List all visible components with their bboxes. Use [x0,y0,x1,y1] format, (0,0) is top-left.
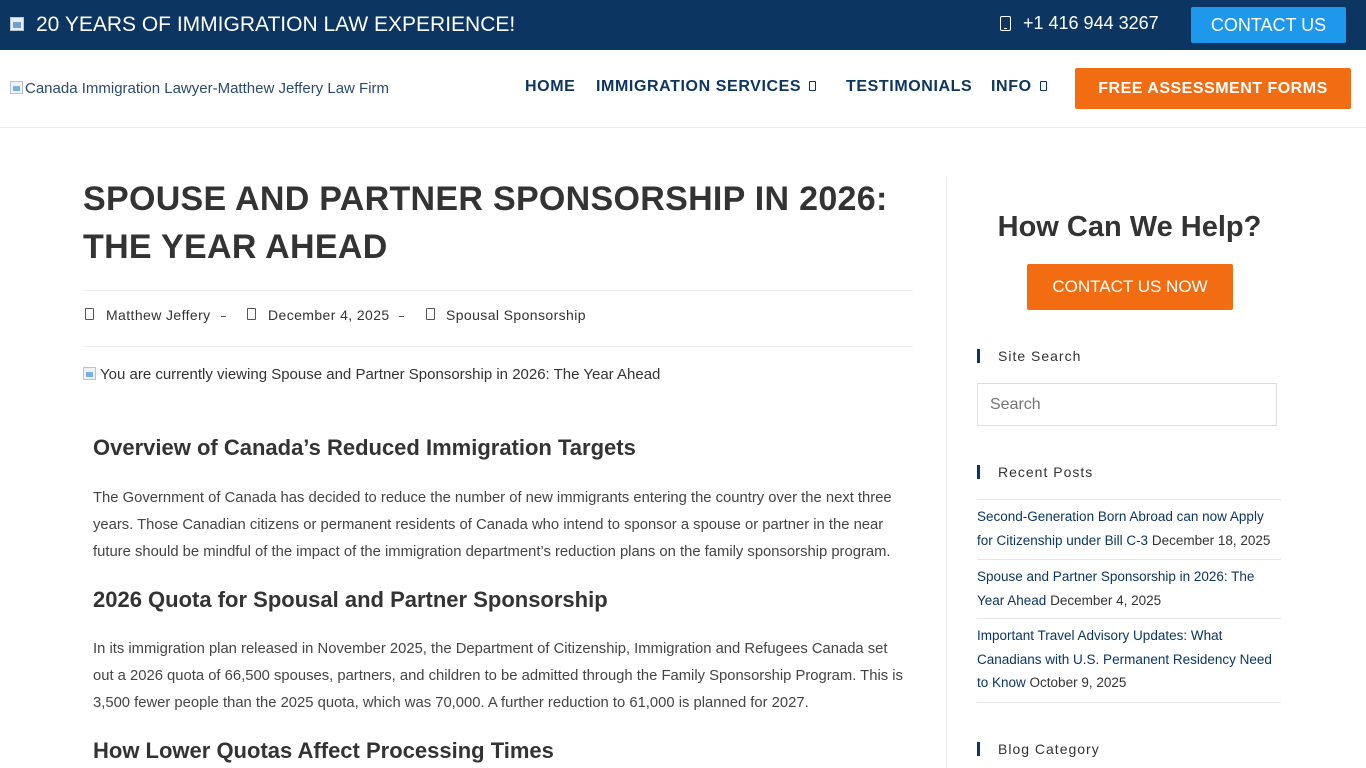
sidebar-help-title: How Can We Help? [997,211,1262,243]
list-item: Spouse and Partner Sponsorship in 2026: … [977,565,1282,612]
divider [83,290,913,291]
recent-post-date: December 4, 2025 [1050,592,1162,608]
nav-immigration-services[interactable]: IMMIGRATION SERVICES [596,78,817,96]
contact-us-now-button[interactable]: CONTACT US NOW [1027,264,1233,310]
broken-image-icon [10,17,26,33]
site-header: Canada Immigration Lawyer-Matthew Jeffer… [0,50,1366,128]
nav-info[interactable]: INFO [991,78,1047,96]
section-paragraph: In its immigration plan released in Nove… [93,641,903,711]
dropdown-icon [809,81,817,91]
site-search-title: Site Search [977,349,1081,363]
search-input[interactable] [977,383,1277,426]
section-heading: 2026 Quota for Spousal and Partner Spons… [93,587,608,612]
featured-image: You are currently viewing Spouse and Par… [83,366,660,383]
nav-testimonials[interactable]: TESTIMONIALS [846,78,972,96]
author-icon [85,308,94,320]
divider [977,499,1281,500]
mobile-phone-icon [1000,16,1011,31]
post-category-link[interactable]: Spousal Sponsorship [446,307,586,323]
featured-image-alt-text: You are currently viewing Spouse and Par… [100,366,661,383]
content-sidebar-divider [946,177,947,768]
nav-info-label: INFO [991,78,1032,95]
site-logo-alt-text: Canada Immigration Lawyer-Matthew Jeffer… [25,80,390,97]
folder-icon [426,308,435,320]
blog-category-title: Blog Category [977,742,1100,756]
contact-us-button[interactable]: CONTACT US [1191,7,1346,43]
top-bar-phone-link[interactable]: +1 416 944 3267 [1023,13,1159,34]
recent-posts-title: Recent Posts [977,465,1093,479]
calendar-icon [247,308,256,320]
meta-separator [399,316,404,317]
list-item: Second-Generation Born Abroad can now Ap… [977,505,1282,552]
site-logo[interactable]: Canada Immigration Lawyer-Matthew Jeffer… [10,80,389,97]
section-heading: Overview of Canada’s Reduced Immigration… [93,435,636,460]
broken-image-icon [83,367,97,381]
free-assessment-forms-button[interactable]: FREE ASSESSMENT FORMS [1075,68,1351,109]
divider [977,618,1281,619]
divider [83,346,913,347]
post-author-link[interactable]: Matthew Jeffery [106,307,211,323]
meta-separator [221,316,226,317]
section-paragraph: The Government of Canada has decided to … [93,490,892,560]
page-title: SPOUSE AND PARTNER SPONSORSHIP IN 2026: … [83,180,888,266]
divider [977,702,1281,703]
post-date: December 4, 2025 [268,307,390,323]
broken-image-icon [10,81,24,95]
recent-post-date: December 18, 2025 [1151,532,1271,548]
section-heading: How Lower Quotas Affect Processing Times [93,738,554,763]
top-bar-tagline: 20 YEARS OF IMMIGRATION LAW EXPERIENCE! [36,13,516,36]
recent-post-date: October 9, 2025 [1029,675,1127,690]
top-bar: 20 YEARS OF IMMIGRATION LAW EXPERIENCE! … [0,0,1366,50]
nav-immigration-services-label: IMMIGRATION SERVICES [596,78,802,95]
nav-home[interactable]: HOME [525,78,575,96]
divider [977,559,1281,560]
dropdown-icon [1039,81,1047,91]
list-item: Important Travel Advisory Updates: What … [977,624,1282,695]
